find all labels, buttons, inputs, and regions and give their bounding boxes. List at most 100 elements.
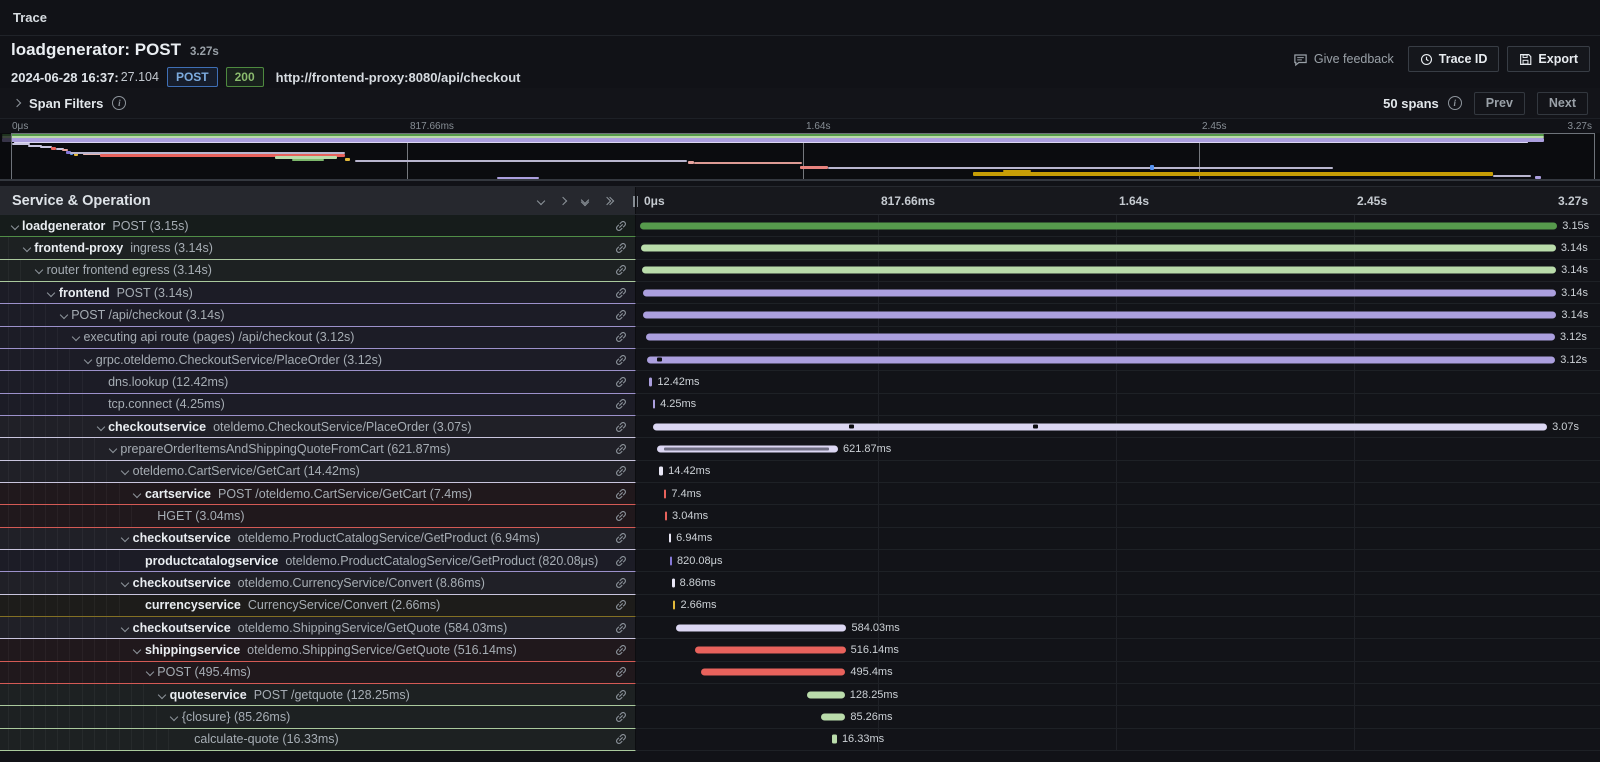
- span-row[interactable]: prepareOrderItemsAndShippingQuoteFromCar…: [0, 438, 1600, 460]
- span-duration-bar[interactable]: [642, 267, 1556, 274]
- chevron-down-icon[interactable]: [69, 334, 82, 340]
- link-icon[interactable]: [614, 710, 628, 724]
- chevron-down-icon[interactable]: [131, 647, 144, 653]
- span-name-cell[interactable]: POST (495.4ms): [0, 662, 636, 684]
- minimap-viewport[interactable]: [11, 133, 1595, 180]
- span-name-cell[interactable]: dns.lookup (12.42ms): [0, 371, 636, 393]
- chevron-down-icon[interactable]: [33, 267, 46, 273]
- span-duration-bar[interactable]: [832, 735, 837, 744]
- span-duration-bar[interactable]: [643, 289, 1556, 296]
- link-icon[interactable]: [614, 554, 628, 568]
- span-row[interactable]: loadgeneratorPOST (3.15s)3.15s: [0, 215, 1600, 237]
- span-row[interactable]: productcatalogserviceoteldemo.ProductCat…: [0, 550, 1600, 572]
- span-duration-bar[interactable]: [807, 691, 844, 698]
- span-name-cell[interactable]: prepareOrderItemsAndShippingQuoteFromCar…: [0, 438, 636, 460]
- link-icon[interactable]: [614, 621, 628, 635]
- link-icon[interactable]: [614, 598, 628, 612]
- link-icon[interactable]: [614, 241, 628, 255]
- chevron-down-icon[interactable]: [82, 357, 95, 363]
- span-duration-bar[interactable]: [646, 334, 1555, 341]
- span-row[interactable]: quoteservicePOST /getquote (128.25ms)128…: [0, 684, 1600, 706]
- span-name-cell[interactable]: calculate-quote (16.33ms): [0, 729, 636, 751]
- span-duration-bar[interactable]: [647, 356, 1555, 363]
- span-duration-bar[interactable]: [659, 467, 663, 476]
- chevron-down-icon[interactable]: [8, 223, 21, 229]
- link-icon[interactable]: [614, 509, 628, 523]
- link-icon[interactable]: [614, 665, 628, 679]
- span-row[interactable]: router frontend egress (3.14s)3.14s: [0, 260, 1600, 282]
- span-name-cell[interactable]: oteldemo.CartService/GetCart (14.42ms): [0, 461, 636, 483]
- column-resize-grip[interactable]: [633, 196, 638, 207]
- link-icon[interactable]: [614, 531, 628, 545]
- chevron-down-icon[interactable]: [143, 669, 156, 675]
- span-name-cell[interactable]: {closure} (85.26ms): [0, 706, 636, 728]
- span-row[interactable]: checkoutserviceoteldemo.CurrencyService/…: [0, 572, 1600, 594]
- span-name-cell[interactable]: quoteservicePOST /getquote (128.25ms): [0, 684, 636, 706]
- span-duration-bar[interactable]: [665, 511, 667, 520]
- chevron-down-icon[interactable]: [156, 692, 169, 698]
- span-name-cell[interactable]: executing api route (pages) /api/checkou…: [0, 327, 636, 349]
- span-name-cell[interactable]: checkoutserviceoteldemo.ShippingService/…: [0, 617, 636, 639]
- link-icon[interactable]: [614, 219, 628, 233]
- span-row[interactable]: checkoutserviceoteldemo.ShippingService/…: [0, 617, 1600, 639]
- minimap-chart[interactable]: [0, 133, 1600, 181]
- expand-one-icon[interactable]: [560, 198, 566, 204]
- span-duration-bar[interactable]: [695, 646, 845, 653]
- trace-id-button[interactable]: Trace ID: [1408, 46, 1500, 72]
- chevron-down-icon[interactable]: [119, 535, 132, 541]
- prev-button[interactable]: Prev: [1474, 92, 1525, 115]
- link-icon[interactable]: [614, 464, 628, 478]
- span-duration-bar[interactable]: [640, 222, 1557, 229]
- span-name-cell[interactable]: frontendPOST (3.14s): [0, 282, 636, 304]
- span-duration-bar[interactable]: [643, 311, 1556, 318]
- span-row[interactable]: tcp.connect (4.25ms)4.25ms: [0, 394, 1600, 416]
- chevron-down-icon[interactable]: [106, 446, 119, 452]
- chevron-down-icon[interactable]: [168, 714, 181, 720]
- span-name-cell[interactable]: checkoutserviceoteldemo.CurrencyService/…: [0, 572, 636, 594]
- span-duration-bar[interactable]: [676, 624, 846, 631]
- info-icon[interactable]: i: [112, 96, 126, 110]
- span-row[interactable]: executing api route (pages) /api/checkou…: [0, 327, 1600, 349]
- span-duration-bar[interactable]: [641, 244, 1555, 251]
- link-icon[interactable]: [614, 420, 628, 434]
- span-count-info-icon[interactable]: i: [1448, 96, 1462, 110]
- chevron-down-icon[interactable]: [119, 625, 132, 631]
- chevron-down-icon[interactable]: [57, 312, 70, 318]
- span-row[interactable]: grpc.oteldemo.CheckoutService/PlaceOrder…: [0, 349, 1600, 371]
- link-icon[interactable]: [614, 576, 628, 590]
- chevron-down-icon[interactable]: [119, 580, 132, 586]
- span-name-cell[interactable]: router frontend egress (3.14s): [0, 260, 636, 282]
- span-name-cell[interactable]: productcatalogserviceoteldemo.ProductCat…: [0, 550, 636, 572]
- span-duration-bar[interactable]: [653, 400, 655, 409]
- span-row[interactable]: calculate-quote (16.33ms)16.33ms: [0, 729, 1600, 751]
- link-icon[interactable]: [614, 330, 628, 344]
- span-name-cell[interactable]: HGET (3.04ms): [0, 505, 636, 527]
- span-filters-toggle[interactable]: Span Filters i: [14, 96, 126, 111]
- span-duration-bar[interactable]: [821, 713, 846, 720]
- link-icon[interactable]: [614, 375, 628, 389]
- span-name-cell[interactable]: currencyserviceCurrencyService/Convert (…: [0, 595, 636, 617]
- span-row[interactable]: POST (495.4ms)495.4ms: [0, 662, 1600, 684]
- span-duration-bar[interactable]: [664, 489, 666, 498]
- link-icon[interactable]: [614, 308, 628, 322]
- link-icon[interactable]: [614, 643, 628, 657]
- span-row[interactable]: shippingserviceoteldemo.ShippingService/…: [0, 639, 1600, 661]
- span-duration-bar[interactable]: [657, 445, 838, 452]
- link-icon[interactable]: [614, 688, 628, 702]
- collapse-one-icon[interactable]: [538, 198, 544, 204]
- collapse-all-icon[interactable]: [582, 197, 588, 205]
- span-name-cell[interactable]: frontend-proxyingress (3.14s): [0, 237, 636, 259]
- link-icon[interactable]: [614, 286, 628, 300]
- span-row[interactable]: dns.lookup (12.42ms)12.42ms: [0, 371, 1600, 393]
- span-row[interactable]: checkoutserviceoteldemo.ProductCatalogSe…: [0, 528, 1600, 550]
- span-row[interactable]: {closure} (85.26ms)85.26ms: [0, 706, 1600, 728]
- span-name-cell[interactable]: tcp.connect (4.25ms): [0, 394, 636, 416]
- span-name-cell[interactable]: POST /api/checkout (3.14s): [0, 304, 636, 326]
- expand-all-icon[interactable]: [604, 198, 613, 204]
- next-button[interactable]: Next: [1537, 92, 1588, 115]
- link-icon[interactable]: [614, 442, 628, 456]
- span-row[interactable]: checkoutserviceoteldemo.CheckoutService/…: [0, 416, 1600, 438]
- chevron-down-icon[interactable]: [45, 290, 58, 296]
- span-row[interactable]: currencyserviceCurrencyService/Convert (…: [0, 595, 1600, 617]
- span-name-cell[interactable]: cartservicePOST /oteldemo.CartService/Ge…: [0, 483, 636, 505]
